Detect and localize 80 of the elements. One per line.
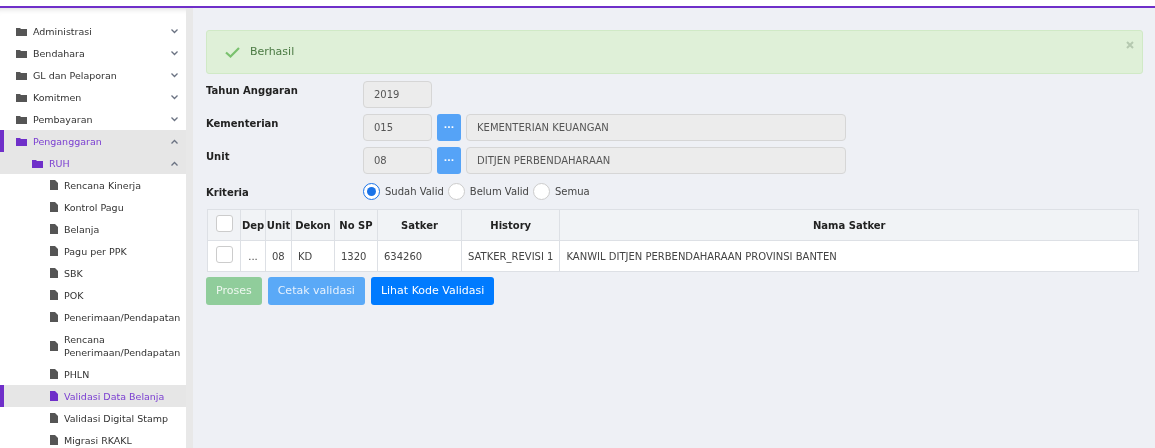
table-cell: 634260 <box>377 240 462 272</box>
field-label: Kriteria <box>206 186 250 200</box>
checkbox[interactable] <box>215 214 233 232</box>
sidebar-item[interactable]: Validasi Digital Stamp <box>0 407 186 429</box>
document-icon <box>50 268 58 278</box>
table-cell: 08 <box>265 240 292 272</box>
column-header: Unit <box>265 209 292 241</box>
document-icon <box>50 312 58 322</box>
chevron-up-icon <box>171 138 178 144</box>
folder-icon <box>16 70 27 80</box>
sidebar-item[interactable]: Kontrol Pagu <box>0 196 186 218</box>
sidebar-item[interactable]: Bendahara <box>0 42 186 64</box>
folder-icon <box>16 48 27 58</box>
column-header: Satker <box>377 209 462 241</box>
chevron-down-icon <box>171 72 178 78</box>
code-field[interactable]: 015 <box>363 114 432 141</box>
sidebar-item[interactable]: SBK <box>0 262 186 284</box>
radio-button[interactable] <box>447 182 465 200</box>
sidebar-item[interactable]: Pagu per PPK <box>0 240 186 262</box>
column-header: No SP <box>334 209 378 241</box>
sidebar-item[interactable]: Penerimaan/Pendapatan <box>0 306 186 328</box>
column-header: History <box>461 209 560 241</box>
sidebar-item[interactable]: Komitmen <box>0 86 186 108</box>
name-field[interactable]: DITJEN PERBENDAHARAAN <box>466 147 846 174</box>
table-cell: KD <box>291 240 335 272</box>
table-cell: SATKER_REVISI 1 <box>461 240 560 272</box>
year-field[interactable]: 2019 <box>363 81 432 108</box>
field-label: Tahun Anggaran <box>206 84 299 98</box>
alert-message: Berhasil <box>250 43 296 60</box>
table-cell: KANWIL DITJEN PERBENDAHARAAN PROVINSI BANTEN <box>559 240 1139 272</box>
field-label: Kementerian <box>206 117 280 131</box>
chevron-down-icon <box>171 28 178 34</box>
table-cell: 1320 <box>334 240 378 272</box>
document-icon <box>50 369 58 379</box>
radio-button[interactable] <box>363 182 380 200</box>
check-icon <box>225 46 240 58</box>
table-cell: ... <box>240 240 266 272</box>
sidebar-item[interactable]: PHLN <box>0 363 186 385</box>
chevron-down-icon <box>171 50 178 56</box>
sidebar-item[interactable]: POK <box>0 284 186 306</box>
folder-icon <box>16 26 27 36</box>
sidebar-item[interactable]: Validasi Data Belanja <box>0 385 186 407</box>
folder-icon <box>16 114 27 124</box>
sidebar-item[interactable]: Belanja <box>0 218 186 240</box>
folder-icon <box>16 136 27 146</box>
radio-label: Sudah Valid <box>385 184 444 199</box>
action-button[interactable]: Lihat Kode Validasi <box>370 277 495 305</box>
document-icon <box>50 246 58 256</box>
checkbox[interactable] <box>215 245 233 263</box>
column-header: Dekon <box>291 209 335 241</box>
sidebar-item[interactable]: Pembayaran <box>0 108 186 130</box>
sidebar-item[interactable]: Rencana Kinerja <box>0 174 186 196</box>
radio-button[interactable] <box>532 182 550 200</box>
sidebar-item[interactable]: Administrasi <box>0 20 186 42</box>
folder-icon <box>32 158 43 168</box>
document-icon <box>50 340 58 351</box>
name-field[interactable]: KEMENTERIAN KEUANGAN <box>466 114 846 141</box>
document-icon <box>50 413 58 423</box>
field-label: Unit <box>206 150 231 164</box>
radio-label: Belum Valid <box>469 184 529 199</box>
column-header: Dep <box>240 209 266 241</box>
chevron-up-icon <box>171 160 178 166</box>
document-icon <box>50 224 58 234</box>
sidebar-item[interactable]: Migrasi RKAKL <box>0 429 186 448</box>
chevron-down-icon <box>171 116 178 122</box>
sidebar-item[interactable]: GL dan Pelaporan <box>0 64 186 86</box>
chevron-down-icon <box>171 94 178 100</box>
column-header: Nama Satker <box>559 209 1139 241</box>
sidebar-item[interactable]: Penganggaran <box>0 130 186 152</box>
radio-label: Semua <box>554 184 590 199</box>
document-icon <box>50 391 58 401</box>
document-icon <box>50 202 58 212</box>
sidebar-item[interactable]: Rencana Penerimaan/Pendapatan <box>0 328 186 363</box>
sidebar-item[interactable]: RUH <box>0 152 186 174</box>
document-icon <box>50 180 58 190</box>
close-icon[interactable] <box>1126 41 1134 49</box>
document-icon <box>50 435 58 445</box>
document-icon <box>50 290 58 300</box>
folder-icon <box>16 92 27 102</box>
code-field[interactable]: 08 <box>363 147 432 174</box>
